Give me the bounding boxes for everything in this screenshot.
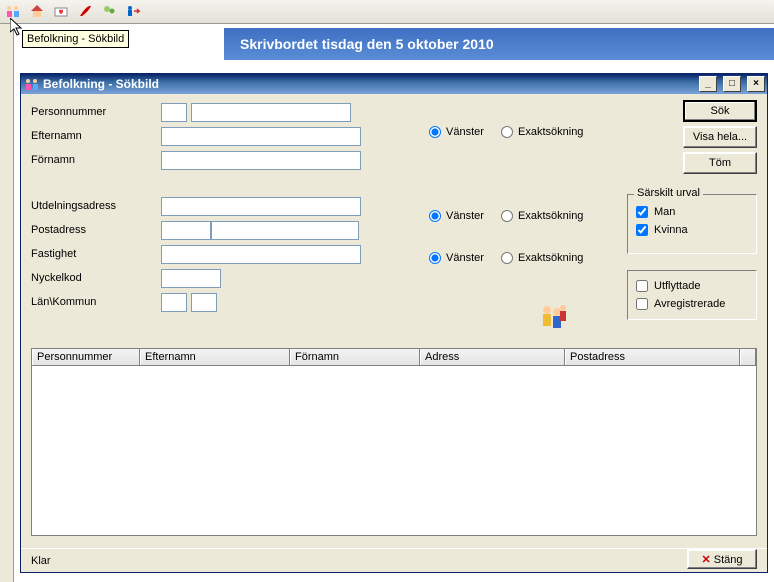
- sok-button[interactable]: Sök: [683, 100, 757, 122]
- col-fornamn[interactable]: Förnamn: [290, 349, 420, 365]
- radio-fastighet-vanster[interactable]: Vänster: [429, 252, 484, 264]
- fornamn-input[interactable]: [161, 151, 361, 170]
- label-personnummer: Personnummer: [31, 106, 161, 118]
- results-table: Personnummer Efternamn Förnamn Adress Po…: [31, 348, 757, 538]
- col-adress[interactable]: Adress: [420, 349, 565, 365]
- toolbar-heart-letter-icon[interactable]: [50, 1, 72, 21]
- col-postadress[interactable]: Postadress: [565, 349, 740, 365]
- toolbar-people-icon[interactable]: [2, 1, 24, 21]
- stang-button[interactable]: ✕ Stäng: [687, 549, 757, 569]
- kommun-input[interactable]: [191, 293, 217, 312]
- window-titlebar[interactable]: Befolkning - Sökbild _ □ ×: [21, 74, 767, 94]
- name-search-exact: Exaktsökning: [501, 126, 583, 138]
- postnr-input[interactable]: [161, 221, 211, 240]
- radio-name-exakt[interactable]: Exaktsökning: [501, 126, 583, 138]
- window-content: Personnummer Efternamn Förnamn Utdelning…: [21, 94, 767, 572]
- extra-filter-group: Utflyttade Avregistrerade: [627, 270, 757, 320]
- status-text: Klar: [31, 555, 51, 567]
- close-window-button[interactable]: ×: [747, 76, 765, 92]
- toolbar-users-icon[interactable]: [98, 1, 120, 21]
- label-nyckelkod: Nyckelkod: [31, 272, 161, 284]
- utdelningsadress-input[interactable]: [161, 197, 361, 216]
- label-lankommun: Län\Kommun: [31, 296, 161, 308]
- col-efternamn[interactable]: Efternamn: [140, 349, 290, 365]
- table-body[interactable]: [31, 366, 757, 536]
- checkbox-man[interactable]: Man: [628, 203, 756, 221]
- col-scroll-spacer: [740, 349, 756, 365]
- desktop-banner: Skrivbordet tisdag den 5 oktober 2010: [224, 28, 774, 60]
- checkbox-kvinna[interactable]: Kvinna: [628, 221, 756, 239]
- label-fornamn: Förnamn: [31, 154, 161, 166]
- name-search-mode: Vänster: [429, 126, 484, 138]
- left-margin: [0, 24, 14, 582]
- checkbox-avregistrerade[interactable]: Avregistrerade: [628, 295, 756, 313]
- window-title: Befolkning - Sökbild: [43, 77, 159, 91]
- visa-hela-button[interactable]: Visa hela...: [683, 126, 757, 148]
- table-header: Personnummer Efternamn Förnamn Adress Po…: [31, 348, 757, 366]
- fastighet-search-exact: Exaktsökning: [501, 252, 583, 264]
- col-personnummer[interactable]: Personnummer: [32, 349, 140, 365]
- toolbar-house-icon[interactable]: [26, 1, 48, 21]
- radio-fastighet-exakt[interactable]: Exaktsökning: [501, 252, 583, 264]
- sarskilt-legend: Särskilt urval: [634, 187, 703, 199]
- addr-search-mode: Vänster: [429, 210, 484, 222]
- search-window: Befolkning - Sökbild _ □ × Personnummer …: [20, 73, 768, 573]
- people-graphic-icon: [537, 300, 569, 332]
- maximize-button[interactable]: □: [723, 76, 741, 92]
- action-buttons: Sök Visa hela... Töm: [683, 100, 757, 174]
- label-efternamn: Efternamn: [31, 130, 161, 142]
- main-toolbar: [0, 0, 774, 24]
- status-bar: Klar: [21, 548, 767, 572]
- minimize-button[interactable]: _: [699, 76, 717, 92]
- fastighet-input[interactable]: [161, 245, 361, 264]
- label-utdelningsadress: Utdelningsadress: [31, 200, 161, 212]
- lan-input[interactable]: [161, 293, 187, 312]
- nyckelkod-input[interactable]: [161, 269, 221, 288]
- efternamn-input[interactable]: [161, 127, 361, 146]
- fastighet-search-mode: Vänster: [429, 252, 484, 264]
- personnummer-input[interactable]: [191, 103, 351, 122]
- sarskilt-urval-group: Särskilt urval Man Kvinna: [627, 194, 757, 254]
- window-icon: [25, 77, 39, 91]
- label-postadress: Postadress: [31, 224, 161, 236]
- tom-button[interactable]: Töm: [683, 152, 757, 174]
- postadress-input[interactable]: [211, 221, 359, 240]
- toolbar-person-arrow-icon[interactable]: [122, 1, 144, 21]
- radio-addr-exakt[interactable]: Exaktsökning: [501, 210, 583, 222]
- radio-name-vanster[interactable]: Vänster: [429, 126, 484, 138]
- toolbar-feather-icon[interactable]: [74, 1, 96, 21]
- toolbar-tooltip: Befolkning - Sökbild: [22, 30, 129, 48]
- addr-search-exact: Exaktsökning: [501, 210, 583, 222]
- checkbox-utflyttade[interactable]: Utflyttade: [628, 277, 756, 295]
- label-fastighet: Fastighet: [31, 248, 161, 260]
- personnummer-prefix-input[interactable]: [161, 103, 187, 122]
- radio-addr-vanster[interactable]: Vänster: [429, 210, 484, 222]
